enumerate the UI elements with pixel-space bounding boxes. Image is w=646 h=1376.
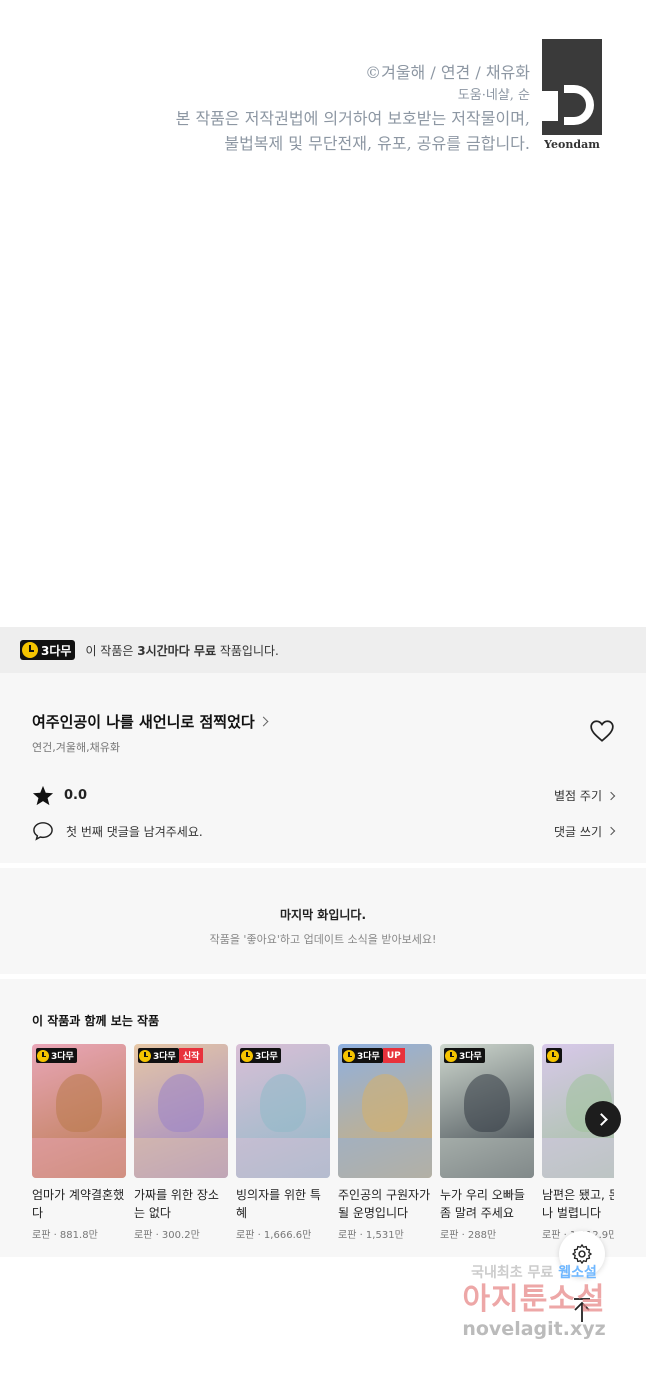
comment-icon: [33, 822, 53, 841]
recommendation-title: 엄마가 계약결혼했다: [32, 1188, 125, 1220]
credits-assistants: 도움·네샬, 순: [457, 88, 530, 103]
recommendation-title: 누가 우리 오빠들 좀 말려 주세요: [440, 1188, 525, 1220]
last-episode-subtitle: 작품을 '좋아요'하고 업데이트 소식을 받아보세요!: [209, 933, 437, 946]
free-notice-suffix: 작품입니다.: [216, 643, 279, 658]
copyright-notice-2: 불법복제 및 무단전재, 유포, 공유를 금합니다.: [224, 134, 530, 153]
free-badge-label: 3다무: [357, 1052, 380, 1062]
watermark-line2: 아지툰소설: [462, 1282, 606, 1317]
free-badge-label: 3다무: [153, 1052, 176, 1062]
comment-prompt-text: 첫 번째 댓글을 남겨주세요.: [66, 824, 203, 839]
write-comment-button[interactable]: 댓글 쓰기: [554, 823, 616, 840]
watermark-line1: 국내최초 무료 웹소설: [444, 1262, 624, 1282]
recommendation-meta: 로판 · 1,531만: [338, 1230, 404, 1241]
free-notice-bold: 3시간마다 무료: [137, 643, 217, 658]
last-episode-title: 마지막 화입니다.: [279, 908, 367, 922]
free-badge: [546, 1048, 562, 1063]
copyright-notice: 본 작품은 저작권법에 의거하여 보호받는 저작물이며,: [175, 109, 530, 128]
free-badge: 3다무: [240, 1048, 281, 1063]
recommendation-cover: 3다무: [236, 1044, 330, 1178]
work-title: 여주인공이 나를 새언니로 점찍었다: [32, 713, 255, 731]
credits-block: ©겨울해 / 연견 / 채유화 도움·네샬, 순 본 작품은 저작권법에 의거하…: [176, 60, 530, 156]
recommendation-card[interactable]: 3다무 신작가짜를 위한 장소는 없다로판 · 300.2만: [134, 1044, 228, 1249]
clock-icon: [139, 1049, 151, 1062]
publisher-logo-text: Yeondam: [544, 138, 600, 151]
work-info-section: 여주인공이 나를 새언니로 점찍었다 연건,겨울해,채유화 0.0 별점 주기: [0, 673, 646, 863]
clock-icon: [37, 1049, 49, 1062]
free-badge: 3다무: [138, 1048, 179, 1063]
recommendation-card[interactable]: 남편은 됐고, 돈이나 벌렵니다로판 · 1,412.9만: [542, 1044, 614, 1249]
recommendations-section: 이 작품과 함께 보는 작품 3다무 엄마가 계약결혼했다 로판 · 881.8만 3…: [0, 979, 646, 1257]
recommendation-meta: 로판 · 881.8만: [32, 1230, 98, 1241]
last-episode-notice: 마지막 화입니다. 작품을 '좋아요'하고 업데이트 소식을 받아보세요!: [0, 868, 646, 974]
recommendation-cover: 3다무 UP: [338, 1044, 432, 1178]
watermark-line3: novelagit.xyz: [462, 1318, 606, 1340]
chevron-right-icon: [258, 716, 269, 727]
recommendation-card[interactable]: 3다무 UP 주인공의 구원자가 될 운명입니다로판 · 1,531만: [338, 1044, 432, 1249]
clock-icon: [343, 1049, 355, 1062]
recommendation-meta: 로판 · 288만: [440, 1230, 497, 1241]
carousel-next-button[interactable]: [585, 1101, 621, 1137]
rate-button[interactable]: 별점 주기: [554, 787, 616, 804]
credits-line: ©겨울해 / 연견 / 채유화: [365, 63, 530, 82]
recommendation-meta: 로판 · 300.2만: [134, 1230, 200, 1241]
chevron-right-icon: [606, 791, 616, 800]
recommendation-card[interactable]: 3다무빙의자를 위한 특혜로판 · 1,666.6만: [236, 1044, 330, 1249]
recommendation-title: 가짜를 위한 장소는 없다: [134, 1188, 219, 1220]
recommendation-meta: 로판 · 1,666.6만: [236, 1230, 312, 1241]
free-notice-bar: 3다무 이 작품은 3시간마다 무료 작품입니다.: [0, 627, 646, 673]
recommendation-cover: 3다무: [440, 1044, 534, 1178]
free-badge-label: 3다무: [459, 1052, 482, 1062]
status-tag: 신작: [178, 1048, 204, 1063]
comment-prompt[interactable]: 첫 번째 댓글을 남겨주세요.: [32, 821, 203, 841]
free-badge: 3다무: [20, 640, 76, 660]
chevron-right-icon: [606, 826, 616, 836]
free-badge: 3다무: [444, 1048, 485, 1063]
free-notice-prefix: 이 작품은: [85, 643, 138, 658]
recommendation-cover: 3다무 신작: [134, 1044, 228, 1178]
rating-value: 0.0: [64, 788, 88, 803]
write-comment-label: 댓글 쓰기: [554, 824, 602, 839]
recommendation-cover: 3다무: [32, 1044, 126, 1178]
work-title-link[interactable]: 여주인공이 나를 새언니로 점찍었다: [32, 711, 269, 732]
free-badge: 3다무: [342, 1048, 383, 1063]
star-icon: [32, 785, 54, 806]
chevron-right-icon: [595, 1112, 608, 1126]
heart-icon[interactable]: [589, 719, 615, 743]
recommendation-title: 빙의자를 위한 특혜: [236, 1188, 321, 1220]
work-authors: 연건,겨울해,채유화: [32, 741, 120, 754]
watermark: 국내최초 무료 웹소설 아지툰소설 novelagit.xyz: [444, 1262, 624, 1340]
rating-row: 0.0 별점 주기: [32, 785, 616, 806]
free-badge-label: 3다무: [51, 1052, 74, 1062]
publisher-logo-mark: [542, 39, 602, 135]
free-badge-label: 3다무: [41, 643, 72, 658]
page: ©겨울해 / 연견 / 채유화 도움·네샬, 순 본 작품은 저작권법에 의거하…: [0, 0, 646, 1376]
recommendation-card[interactable]: 3다무누가 우리 오빠들 좀 말려 주세요로판 · 288만: [440, 1044, 534, 1249]
recommendation-title: 주인공의 구원자가 될 운명입니다: [338, 1188, 431, 1220]
free-badge: 3다무: [36, 1048, 77, 1063]
comment-row: 첫 번째 댓글을 남겨주세요. 댓글 쓰기: [32, 821, 616, 841]
watermark-line1b: 웹소설: [558, 1265, 597, 1281]
rating-display: 0.0: [32, 785, 87, 806]
recommendation-title: 남편은 됐고, 돈이나 벌렵니다: [542, 1188, 614, 1220]
clock-icon: [22, 642, 38, 658]
publisher-logo: Yeondam: [542, 39, 602, 151]
rate-button-label: 별점 주기: [554, 789, 602, 803]
clock-icon: [241, 1049, 253, 1062]
watermark-line1a: 국내최초 무료: [471, 1265, 559, 1281]
clock-icon: [445, 1049, 457, 1062]
recommendations-heading: 이 작품과 함께 보는 작품: [32, 1014, 160, 1028]
status-tag: UP: [382, 1048, 405, 1063]
clock-icon: [547, 1049, 559, 1062]
recommendations-carousel[interactable]: 3다무 엄마가 계약결혼했다 로판 · 881.8만 3다무 신작 가짜를 위한 장소는 …: [32, 1044, 614, 1249]
recommendation-card[interactable]: 3다무엄마가 계약결혼했다로판 · 881.8만: [32, 1044, 126, 1249]
free-badge-label: 3다무: [255, 1052, 278, 1062]
